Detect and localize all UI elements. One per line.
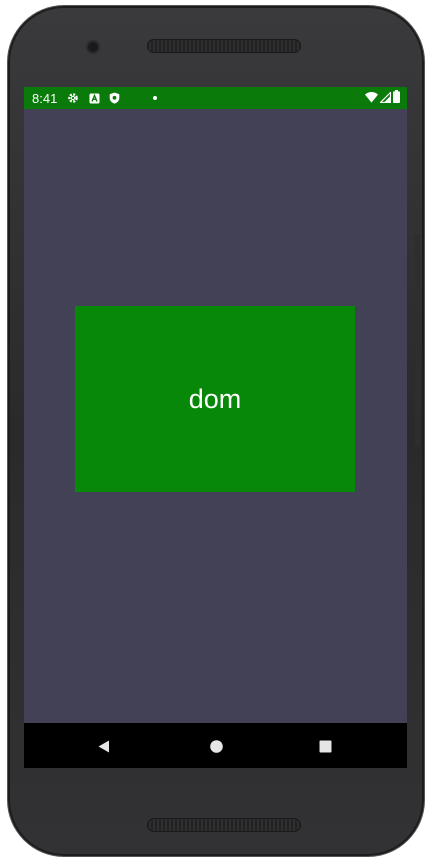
navigation-bar [24,723,407,768]
back-icon [98,740,109,752]
top-speaker [147,39,301,53]
battery-icon [393,90,400,106]
notification-dot-icon [153,96,157,100]
app-content: dom [24,109,407,723]
status-bar: 8:41 [24,87,407,109]
home-icon [209,739,223,753]
shield-icon [108,92,120,104]
system-indicators [365,90,400,106]
dom-card-label: dom [188,383,242,414]
status-time: 8:41 [32,91,58,106]
recents-button[interactable] [315,736,335,756]
recents-icon [319,740,331,752]
dom-card[interactable]: dom [75,306,355,492]
back-button[interactable] [94,736,114,756]
wifi-icon [365,91,378,106]
a-box-icon [88,92,100,104]
power-button [415,348,420,446]
signal-icon [379,90,392,106]
front-camera [88,42,98,52]
home-button[interactable] [206,736,226,756]
bottom-speaker [147,818,301,832]
device-screen: 8:41 dom [24,87,407,768]
volume-button [415,234,420,292]
gear-icon [67,92,79,104]
